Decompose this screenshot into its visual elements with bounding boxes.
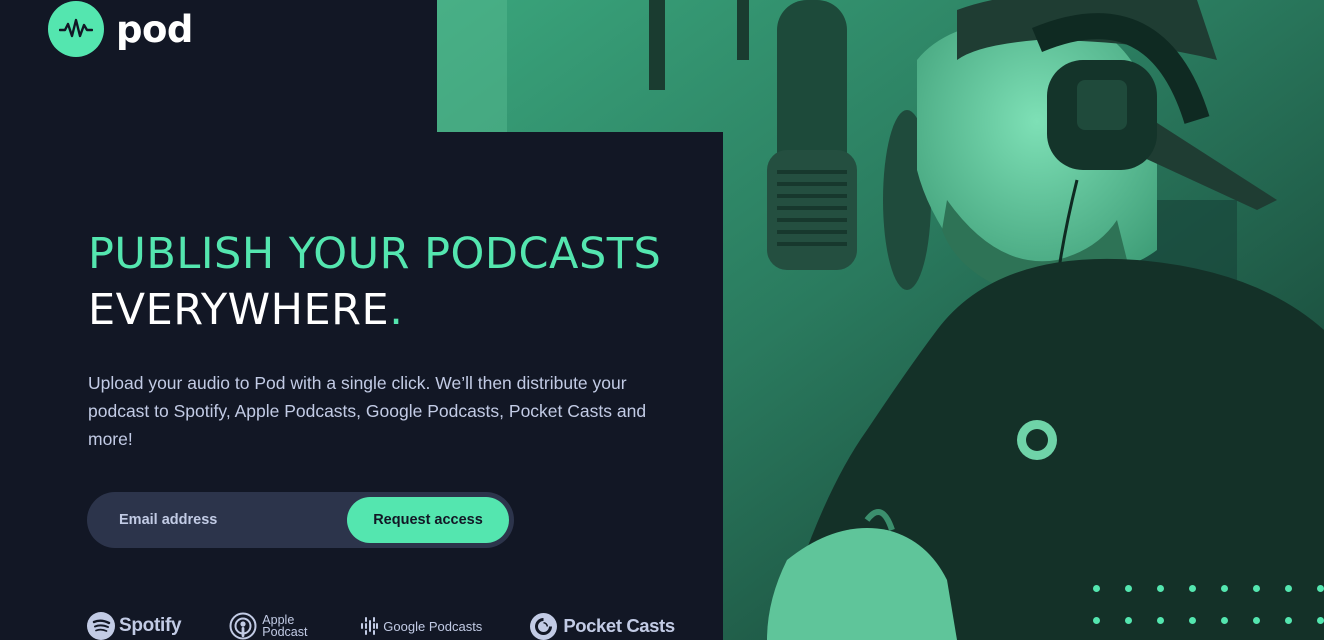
headline-line-2-text: EVERYWHERE bbox=[88, 285, 390, 335]
hero-description: Upload your audio to Pod with a single c… bbox=[88, 373, 647, 449]
email-field[interactable] bbox=[87, 492, 347, 548]
waveform-icon bbox=[48, 1, 104, 57]
spotify-icon bbox=[87, 612, 115, 640]
platform-pocket-casts[interactable]: Pocket Casts bbox=[530, 612, 675, 640]
headline-line-2: EVERYWHERE. bbox=[88, 282, 661, 338]
platform-name: Apple Podcast bbox=[262, 613, 308, 639]
brand-logo[interactable]: pod bbox=[48, 1, 193, 57]
page-title: PUBLISH YOUR PODCASTS EVERYWHERE. bbox=[88, 226, 661, 338]
apple-podcast-icon bbox=[229, 612, 257, 640]
platform-name: Pocket Casts bbox=[563, 615, 675, 636]
brand-name: pod bbox=[116, 7, 193, 51]
request-access-button[interactable]: Request access bbox=[347, 497, 509, 543]
platform-name: Spotify bbox=[119, 615, 182, 636]
platform-logos: Spotify Apple Podcast Google Podcasts Po… bbox=[87, 610, 675, 640]
platform-google-podcasts[interactable]: Google Podcasts bbox=[360, 616, 482, 636]
headline-dot: . bbox=[389, 285, 404, 335]
dot-pattern bbox=[1090, 582, 1324, 640]
platform-apple-podcast[interactable]: Apple Podcast bbox=[229, 612, 314, 640]
email-signup-form: Request access bbox=[87, 492, 514, 548]
platform-name: Google Podcasts bbox=[383, 618, 483, 634]
pocket-casts-icon bbox=[530, 612, 558, 640]
headline-line-1: PUBLISH YOUR PODCASTS bbox=[88, 229, 662, 279]
google-podcasts-icon bbox=[360, 616, 379, 636]
platform-spotify[interactable]: Spotify bbox=[87, 612, 182, 640]
